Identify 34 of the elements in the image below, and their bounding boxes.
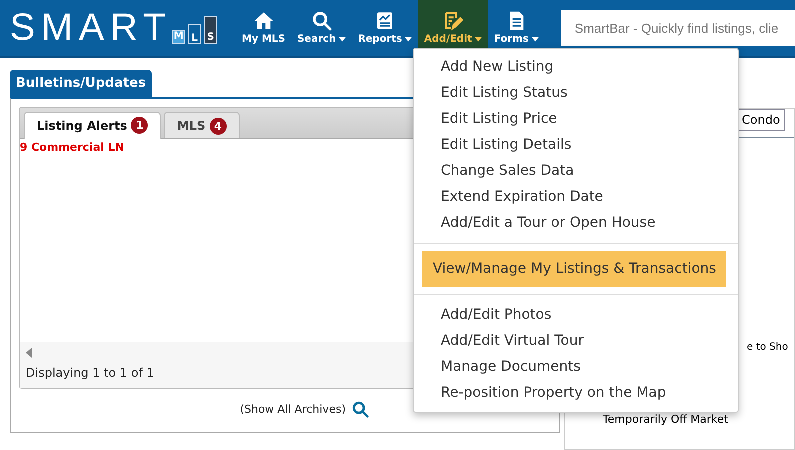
search-icon xyxy=(312,11,332,31)
logo-letter: S xyxy=(204,16,218,44)
menu-item[interactable]: Add New Listing xyxy=(422,54,726,80)
menu-item[interactable]: Re-position Property on the Map xyxy=(422,380,726,406)
search-field[interactable]: SmartBar - Quickly find listings, clie xyxy=(560,10,795,46)
count-badge: 4 xyxy=(210,118,227,134)
status-label: Temporarily Off Market xyxy=(603,413,728,426)
menu-item[interactable]: Change Sales Data xyxy=(422,158,726,184)
panel-tab[interactable]: Bulletins/Updates xyxy=(10,70,152,97)
home-icon xyxy=(254,11,274,31)
menu-item[interactable]: Edit Listing Status xyxy=(422,80,726,106)
menu-item[interactable]: Add/Edit Photos xyxy=(422,302,726,328)
logo-text: SMART xyxy=(10,8,172,48)
menu-item[interactable]: Edit Listing Price xyxy=(422,106,726,132)
pencil-document-icon xyxy=(443,11,464,31)
tab[interactable]: MLS 4 xyxy=(164,112,240,138)
menu-item[interactable]: Edit Listing Details xyxy=(422,132,726,158)
chart-document-icon xyxy=(375,11,396,31)
menu-item[interactable]: Add/Edit Virtual Tour xyxy=(422,328,726,354)
legend-text: e to Sho xyxy=(747,342,788,353)
count-badge: 1 xyxy=(131,117,148,134)
scroll-left-icon[interactable] xyxy=(26,348,32,358)
menu-item[interactable]: Extend Expiration Date xyxy=(422,184,726,210)
archives-link[interactable]: (Show All Archives) xyxy=(240,403,346,416)
logo-letter: L xyxy=(188,24,202,44)
menu-item[interactable]: View/Manage My Listings & Transactions xyxy=(422,251,726,287)
menu-item[interactable]: Manage Documents xyxy=(422,354,726,380)
logo-letter: M xyxy=(172,30,186,44)
tab[interactable]: Listing Alerts 1 xyxy=(24,112,162,139)
nav-button[interactable]: My MLS xyxy=(236,0,292,56)
nav-button[interactable]: Search xyxy=(291,0,352,56)
menu-item[interactable]: Add/Edit a Tour or Open House xyxy=(422,210,726,236)
search-icon[interactable] xyxy=(352,401,369,418)
paging-text: Displaying 1 to 1 of 1 xyxy=(26,366,154,380)
